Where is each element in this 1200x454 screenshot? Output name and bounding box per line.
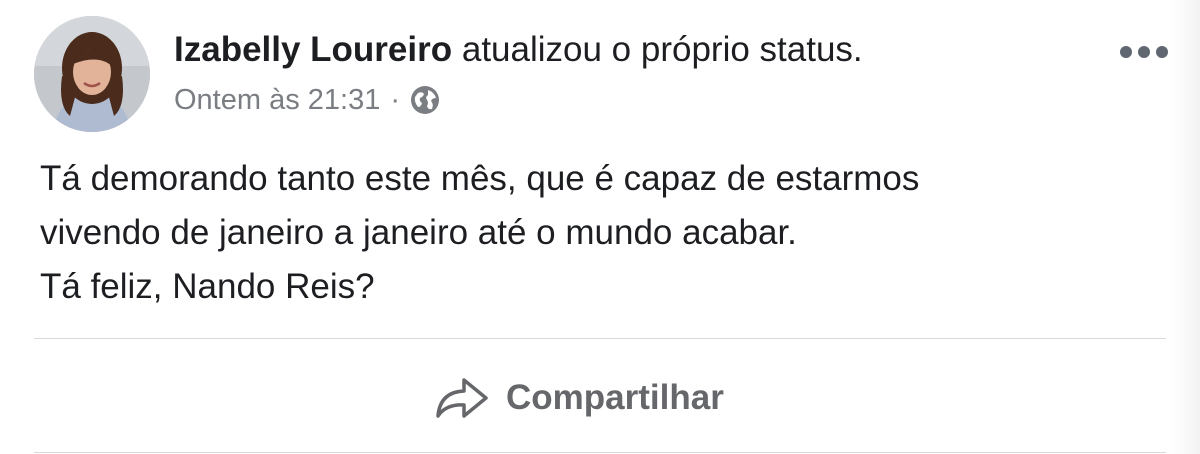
share-arrow-icon [434,376,490,420]
globe-icon[interactable] [410,85,440,115]
post-text: Tá demorando tanto este mês, que é capaz… [40,152,1160,314]
divider [34,452,1166,453]
status-post: Izabelly Loureiro atualizou o próprio st… [0,0,1200,454]
post-text-line: Tá demorando tanto este mês, que é capaz… [40,159,920,198]
action-text: atualizou o próprio status. [452,30,863,69]
author-name[interactable]: Izabelly Loureiro [174,30,452,69]
more-horizontal-icon[interactable] [1116,40,1172,64]
post-text-line: Tá feliz, Nando Reis? [40,267,375,306]
post-header-line: Izabelly Loureiro atualizou o próprio st… [174,28,863,72]
avatar[interactable] [34,16,150,132]
share-label: Compartilhar [506,378,724,417]
meta-separator: · [390,83,401,116]
divider [34,338,1166,339]
right-edge-shade [1170,0,1200,454]
avatar-photo [34,16,150,132]
post-meta: Ontem às 21:31 · [174,80,440,120]
post-text-line: vivendo de janeiro a janeiro até o mundo… [40,213,797,252]
share-button[interactable]: Compartilhar [434,370,724,426]
timestamp[interactable]: Ontem às 21:31 [174,84,380,117]
